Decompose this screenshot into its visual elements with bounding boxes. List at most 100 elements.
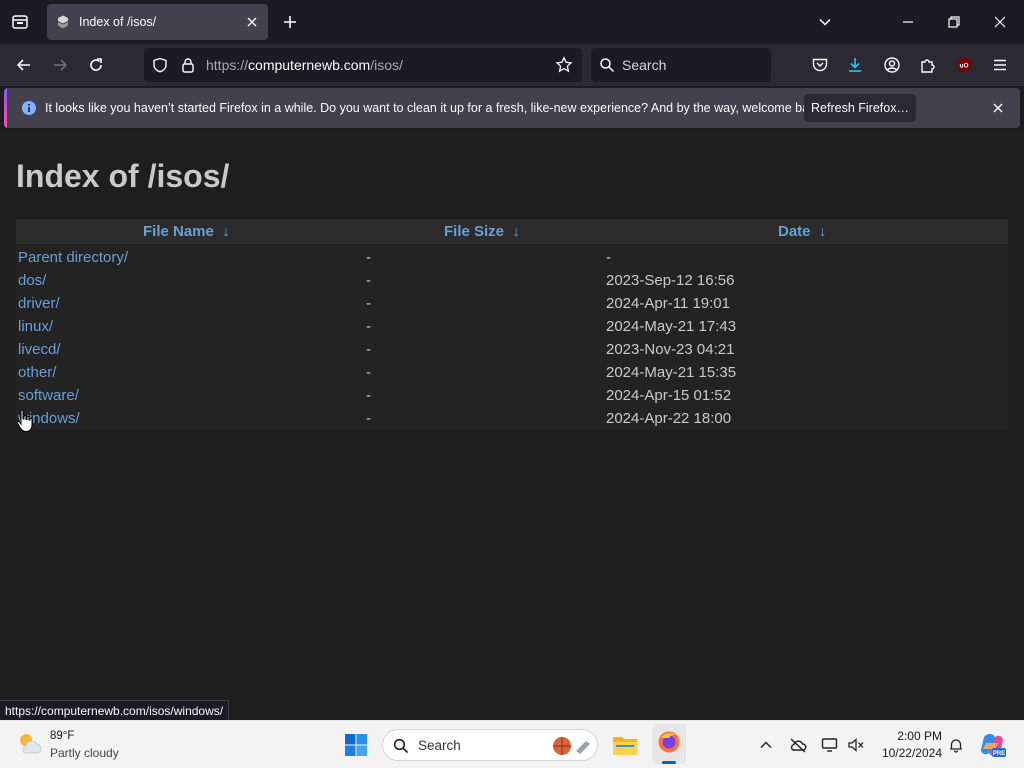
plus-icon xyxy=(284,16,296,28)
refresh-firefox-button[interactable]: Refresh Firefox… xyxy=(804,94,916,122)
file-link[interactable]: Parent directory/ xyxy=(18,249,128,266)
bookmark-star-icon[interactable] xyxy=(555,56,573,74)
minimize-icon xyxy=(903,21,913,23)
file-link[interactable]: linux/ xyxy=(18,318,53,335)
cloud-offline-icon xyxy=(790,738,807,753)
url-scheme: https:// xyxy=(206,57,249,73)
page-content: Index of /isos/ File Name ↓ File Size ↓ … xyxy=(0,130,1024,720)
table-row: linux/ - 2024-May-21 17:43 xyxy=(16,315,1008,338)
ublock-origin-button[interactable]: uO xyxy=(952,53,976,77)
weather-partly-cloudy-icon[interactable] xyxy=(16,730,44,758)
active-app-indicator xyxy=(662,761,676,764)
tab-strip: Index of /isos/ xyxy=(0,0,1024,44)
copilot-badge: PRE xyxy=(993,751,1005,757)
file-date: 2023-Sep-12 16:56 xyxy=(606,272,735,289)
table-row: software/ - 2024-Apr-15 01:52 xyxy=(16,384,1008,407)
file-size: - xyxy=(366,341,371,358)
file-link[interactable]: dos/ xyxy=(18,272,46,289)
notifications-button[interactable] xyxy=(946,735,966,755)
table-row: other/ - 2024-May-21 15:35 xyxy=(16,361,1008,384)
taskbar-search[interactable]: Search xyxy=(382,729,598,761)
taskbar-firefox-active[interactable] xyxy=(652,724,686,764)
table-row: driver/ - 2024-Apr-11 19:01 xyxy=(16,292,1008,315)
column-header-file-size[interactable]: File Size ↓ xyxy=(444,223,520,240)
file-size: - xyxy=(366,249,371,266)
account-icon xyxy=(884,57,900,73)
notification-bar: It looks like you haven’t started Firefo… xyxy=(4,88,1020,128)
file-size: - xyxy=(366,272,371,289)
ublock-badge: uO xyxy=(959,63,968,70)
minimize-button[interactable] xyxy=(896,10,920,34)
menu-button[interactable] xyxy=(988,53,1012,77)
search-icon xyxy=(600,58,615,73)
lock-icon[interactable] xyxy=(180,57,196,73)
url-host: computernewb.com xyxy=(248,57,371,73)
search-bar[interactable]: Search xyxy=(591,48,771,82)
forward-button[interactable] xyxy=(48,53,72,77)
file-date: 2024-Apr-22 18:00 xyxy=(606,410,732,427)
file-link[interactable]: livecd/ xyxy=(18,341,61,358)
speaker-muted-icon xyxy=(848,738,864,752)
notification-message: It looks like you haven’t started Firefo… xyxy=(45,101,826,115)
file-link[interactable]: other/ xyxy=(18,364,56,381)
network-tray-button[interactable] xyxy=(820,735,840,755)
restore-icon xyxy=(948,16,960,28)
column-header-file-name[interactable]: File Name ↓ xyxy=(143,223,230,240)
weather-description[interactable]: Partly cloudy xyxy=(50,746,119,760)
search-placeholder: Search xyxy=(622,57,667,73)
firefox-view-button[interactable] xyxy=(8,10,32,34)
chevron-down-icon xyxy=(819,18,831,26)
show-hidden-icons-button[interactable] xyxy=(756,735,776,755)
close-tab-icon[interactable] xyxy=(244,14,260,30)
file-size: - xyxy=(366,295,371,312)
shield-icon[interactable] xyxy=(152,57,168,73)
info-icon xyxy=(22,101,36,115)
table-row: Parent directory/ - - xyxy=(16,246,1008,269)
pocket-button[interactable] xyxy=(808,53,832,77)
restore-button[interactable] xyxy=(942,10,966,34)
downloads-button[interactable] xyxy=(843,53,867,77)
account-button[interactable] xyxy=(880,53,904,77)
file-date: 2024-May-21 15:35 xyxy=(606,364,737,381)
file-date: 2023-Nov-23 04:21 xyxy=(606,341,735,358)
arrow-left-icon xyxy=(16,59,30,71)
extensions-button[interactable] xyxy=(916,53,940,77)
arrow-right-icon xyxy=(54,59,68,71)
ublock-origin-icon: uO xyxy=(957,57,971,73)
taskbar-search-placeholder: Search xyxy=(418,738,461,753)
close-notification-icon[interactable] xyxy=(991,101,1005,115)
clock-date[interactable]: 10/22/2024 xyxy=(870,746,942,760)
copilot-button[interactable]: PRE xyxy=(978,731,1006,759)
file-size: - xyxy=(366,410,371,427)
volume-tray-button[interactable] xyxy=(846,735,866,755)
file-size: - xyxy=(366,387,371,404)
tab-title: Index of /isos/ xyxy=(79,15,157,29)
address-bar[interactable]: https://computernewb.com/isos/ xyxy=(144,48,582,82)
clock-time[interactable]: 2:00 PM xyxy=(880,729,942,743)
close-window-button[interactable] xyxy=(988,10,1012,34)
reload-button[interactable] xyxy=(84,53,108,77)
file-date: - xyxy=(606,249,611,266)
tab-active[interactable]: Index of /isos/ xyxy=(47,4,268,40)
firefox-icon xyxy=(658,731,680,753)
back-button[interactable] xyxy=(12,53,36,77)
weather-temperature[interactable]: 89°F xyxy=(50,730,74,742)
site-favicon-icon xyxy=(58,15,68,29)
windows-start-icon[interactable] xyxy=(344,733,368,757)
column-header-date[interactable]: Date ↓ xyxy=(778,223,826,240)
search-icon xyxy=(393,738,409,754)
file-explorer-icon[interactable] xyxy=(612,733,638,757)
url-text[interactable]: https://computernewb.com/isos/ xyxy=(206,57,403,73)
file-date: 2024-Apr-11 19:01 xyxy=(606,295,730,312)
file-link[interactable]: software/ xyxy=(18,387,79,404)
hamburger-menu-icon xyxy=(994,59,1006,71)
bell-icon xyxy=(950,739,962,753)
file-size: - xyxy=(366,364,371,381)
taskbar: 89°F Partly cloudy Search 2:00 PM 10/22/… xyxy=(0,720,1024,768)
onedrive-tray-button[interactable] xyxy=(788,735,808,755)
table-header: File Name ↓ File Size ↓ Date ↓ xyxy=(16,219,1008,244)
reload-icon xyxy=(90,58,102,71)
new-tab-button[interactable] xyxy=(278,10,302,34)
file-link[interactable]: driver/ xyxy=(18,295,60,312)
list-all-tabs-button[interactable] xyxy=(813,10,837,34)
